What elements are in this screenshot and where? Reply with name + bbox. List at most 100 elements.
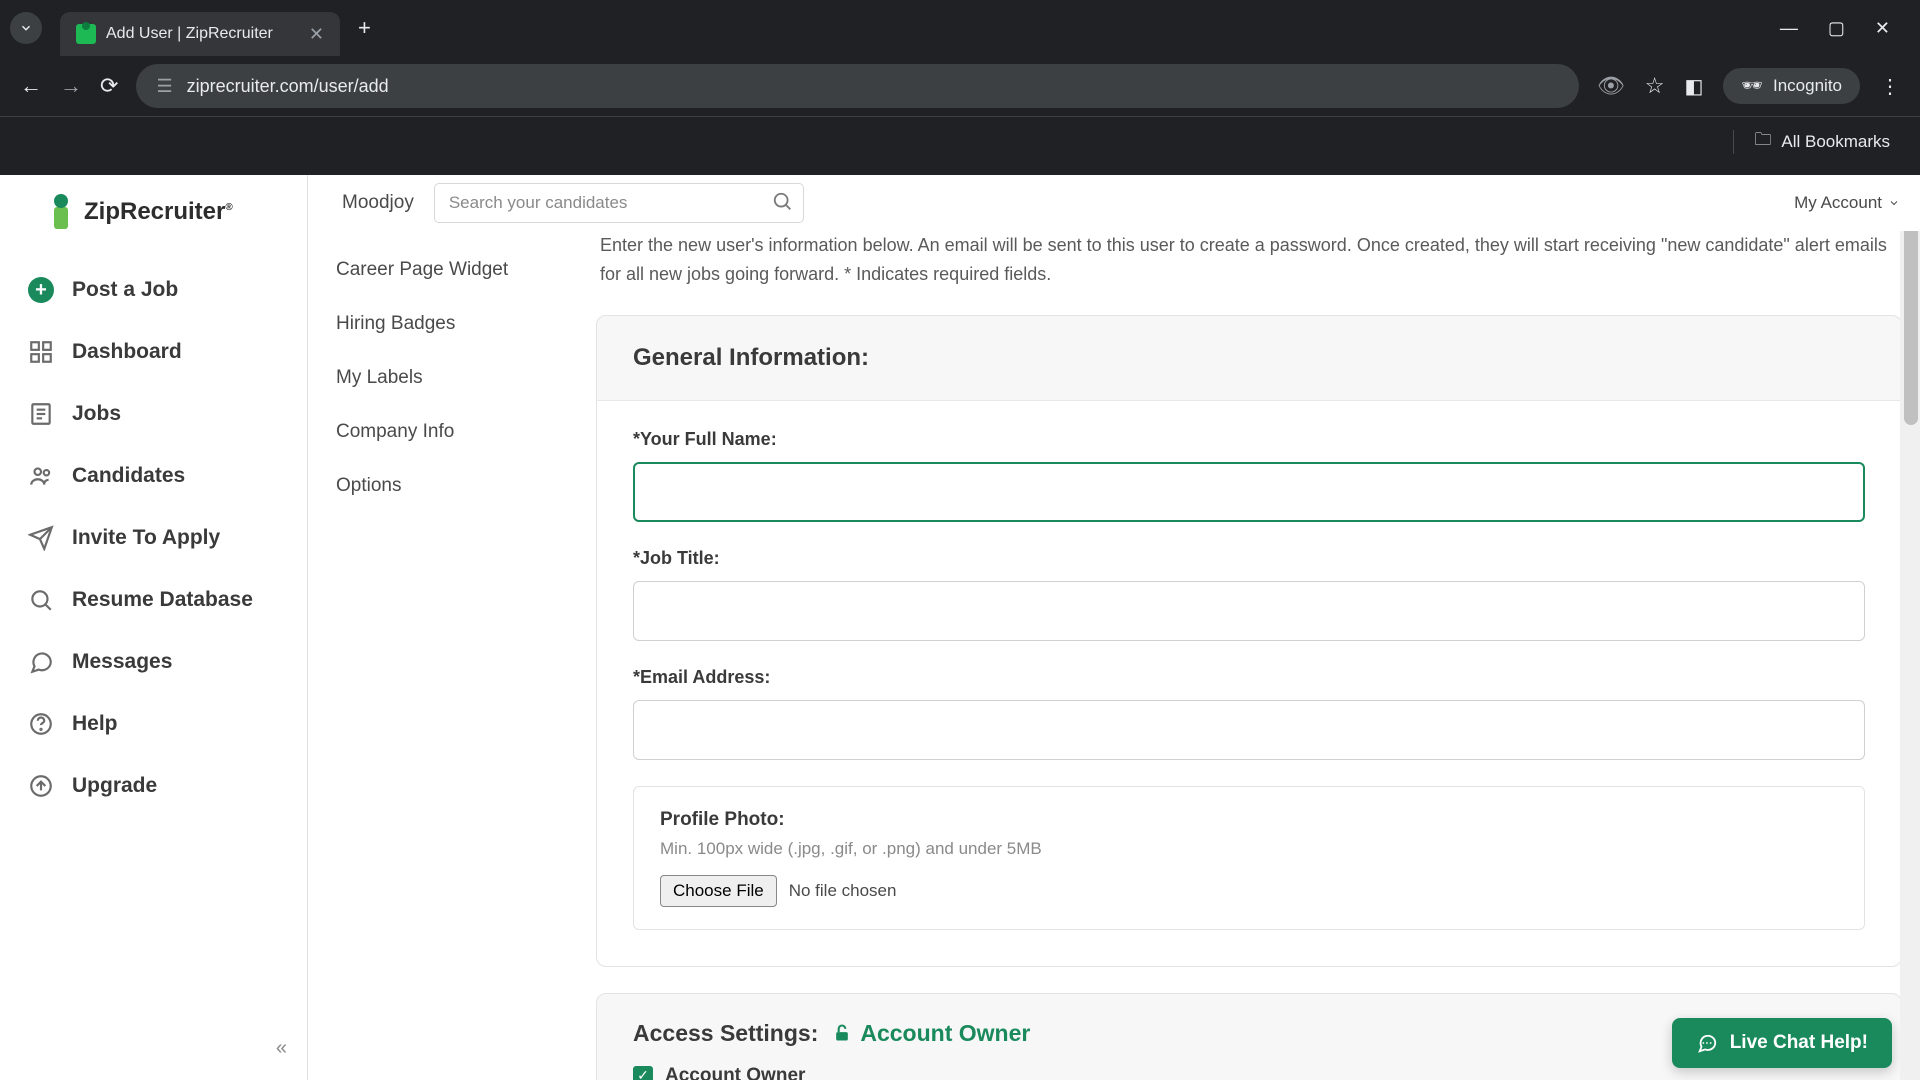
nav-invite-to-apply[interactable]: Invite To Apply xyxy=(0,507,307,569)
logo-text: ZipRecruiter® xyxy=(84,198,233,226)
url-input[interactable]: ☰ ziprecruiter.com/user/add xyxy=(136,64,1578,108)
browser-chrome: Add User | ZipRecruiter ✕ + — ▢ ✕ ← → ⟳ … xyxy=(0,0,1920,175)
maximize-button[interactable]: ▢ xyxy=(1828,18,1845,39)
bookmark-star-icon[interactable]: ☆ xyxy=(1645,73,1665,99)
app-root: ZipRecruiter® + Post a Job Dashboard Job… xyxy=(0,175,1920,1080)
full-name-input[interactable] xyxy=(633,462,1865,522)
incognito-label: Incognito xyxy=(1773,76,1842,96)
org-name[interactable]: Moodjoy xyxy=(342,192,414,214)
account-owner-badge: Account Owner xyxy=(832,1020,1030,1047)
account-label: My Account xyxy=(1794,193,1882,213)
account-owner-checkbox[interactable]: ✓ xyxy=(633,1066,653,1080)
forward-button[interactable]: → xyxy=(60,73,82,99)
nav-label: Post a Job xyxy=(72,278,178,302)
sec-nav-my-labels[interactable]: My Labels xyxy=(336,351,568,405)
site-settings-icon[interactable]: ☰ xyxy=(156,76,172,97)
nav-messages[interactable]: Messages xyxy=(0,631,307,693)
profile-photo-section: Profile Photo: Min. 100px wide (.jpg, .g… xyxy=(633,786,1865,930)
nav-upgrade[interactable]: Upgrade xyxy=(0,755,307,817)
chat-icon xyxy=(1696,1032,1718,1054)
content-wrap: Career Page Widget Hiring Badges My Labe… xyxy=(308,175,1920,1080)
search-icon xyxy=(28,587,54,613)
candidates-icon xyxy=(28,463,54,489)
nav-dashboard[interactable]: Dashboard xyxy=(0,321,307,383)
nav-jobs[interactable]: Jobs xyxy=(0,383,307,445)
minimize-button[interactable]: — xyxy=(1780,18,1798,39)
close-window-button[interactable]: ✕ xyxy=(1875,18,1890,39)
tab-close-button[interactable]: ✕ xyxy=(309,24,324,45)
side-panel-icon[interactable]: ◧ xyxy=(1685,74,1704,99)
jobs-icon xyxy=(28,401,54,427)
photo-label: Profile Photo: xyxy=(660,809,1838,831)
url-text: ziprecruiter.com/user/add xyxy=(187,76,389,97)
nav-label: Upgrade xyxy=(72,774,157,798)
new-tab-button[interactable]: + xyxy=(358,15,371,41)
live-chat-button[interactable]: Live Chat Help! xyxy=(1672,1018,1892,1068)
tab-title: Add User | ZipRecruiter xyxy=(106,25,273,43)
job-title-input[interactable] xyxy=(633,581,1865,641)
reload-button[interactable]: ⟳ xyxy=(100,73,118,99)
main-content: Enter the new user's information below. … xyxy=(596,231,1920,1080)
nav-post-a-job[interactable]: + Post a Job xyxy=(0,259,307,321)
nav-label: Dashboard xyxy=(72,340,182,364)
nav-candidates[interactable]: Candidates xyxy=(0,445,307,507)
chevron-down-icon xyxy=(19,21,33,35)
file-status: No file chosen xyxy=(789,881,897,901)
job-title-label: *Job Title: xyxy=(633,548,1865,569)
tab-search-dropdown[interactable] xyxy=(10,12,42,44)
my-account-menu[interactable]: My Account xyxy=(1794,193,1900,213)
upgrade-icon xyxy=(28,773,54,799)
nav-label: Resume Database xyxy=(72,588,253,612)
access-title: Access Settings: xyxy=(633,1020,818,1047)
sec-nav-company-info[interactable]: Company Info xyxy=(336,405,568,459)
bookmarks-bar: 🗀 All Bookmarks xyxy=(0,116,1920,166)
incognito-icon: 🕶 xyxy=(1741,76,1763,96)
primary-sidebar: ZipRecruiter® + Post a Job Dashboard Job… xyxy=(0,175,308,1080)
email-input[interactable] xyxy=(633,700,1865,760)
chat-label: Live Chat Help! xyxy=(1730,1032,1868,1054)
address-bar: ← → ⟳ ☰ ziprecruiter.com/user/add 👁 ☆ ◧ … xyxy=(0,56,1920,116)
search-icon xyxy=(772,191,794,213)
favicon-icon xyxy=(76,24,96,44)
topbar: Moodjoy My Account xyxy=(308,175,1920,231)
sec-nav-career-page-widget[interactable]: Career Page Widget xyxy=(336,243,568,297)
search-candidates-input[interactable] xyxy=(434,183,804,223)
incognito-badge[interactable]: 🕶 Incognito xyxy=(1723,68,1860,104)
nav-label: Candidates xyxy=(72,464,185,488)
general-info-card: General Information: *Your Full Name: *J… xyxy=(596,315,1902,967)
unlock-icon xyxy=(832,1023,852,1043)
browser-menu-icon[interactable]: ⋮ xyxy=(1880,74,1900,99)
nav-label: Invite To Apply xyxy=(72,526,220,550)
logo-icon xyxy=(46,193,76,231)
sec-nav-hiring-badges[interactable]: Hiring Badges xyxy=(336,297,568,351)
chevron-down-icon xyxy=(1888,197,1900,209)
invite-icon xyxy=(28,525,54,551)
messages-icon xyxy=(28,649,54,675)
nav-label: Messages xyxy=(72,650,172,674)
sec-nav-options[interactable]: Options xyxy=(336,459,568,513)
card-title: General Information: xyxy=(597,316,1901,400)
nav-label: Jobs xyxy=(72,402,121,426)
search-button[interactable] xyxy=(772,191,794,218)
scrollbar[interactable] xyxy=(1900,175,1920,1080)
browser-tab[interactable]: Add User | ZipRecruiter ✕ xyxy=(60,12,340,56)
back-button[interactable]: ← xyxy=(20,73,42,99)
email-label: *Email Address: xyxy=(633,667,1865,688)
photo-hint: Min. 100px wide (.jpg, .gif, or .png) an… xyxy=(660,839,1838,859)
nav-help[interactable]: Help xyxy=(0,693,307,755)
all-bookmarks-button[interactable]: All Bookmarks xyxy=(1781,132,1890,152)
full-name-label: *Your Full Name: xyxy=(633,429,1865,450)
tab-bar: Add User | ZipRecruiter ✕ + — ▢ ✕ xyxy=(0,0,1920,56)
nav-label: Help xyxy=(72,712,118,736)
logo[interactable]: ZipRecruiter® xyxy=(0,193,307,259)
secondary-sidebar: Career Page Widget Hiring Badges My Labe… xyxy=(308,231,596,1080)
tracking-icon[interactable]: 👁 xyxy=(1597,73,1625,99)
collapse-sidebar-button[interactable]: « xyxy=(0,1017,307,1080)
nav-resume-database[interactable]: Resume Database xyxy=(0,569,307,631)
choose-file-button[interactable]: Choose File xyxy=(660,875,777,907)
dashboard-icon xyxy=(28,339,54,365)
window-controls: — ▢ ✕ xyxy=(1780,18,1910,39)
checkbox-label: Account Owner xyxy=(665,1065,805,1080)
owner-badge-text: Account Owner xyxy=(860,1020,1030,1047)
plus-circle-icon: + xyxy=(28,277,54,303)
